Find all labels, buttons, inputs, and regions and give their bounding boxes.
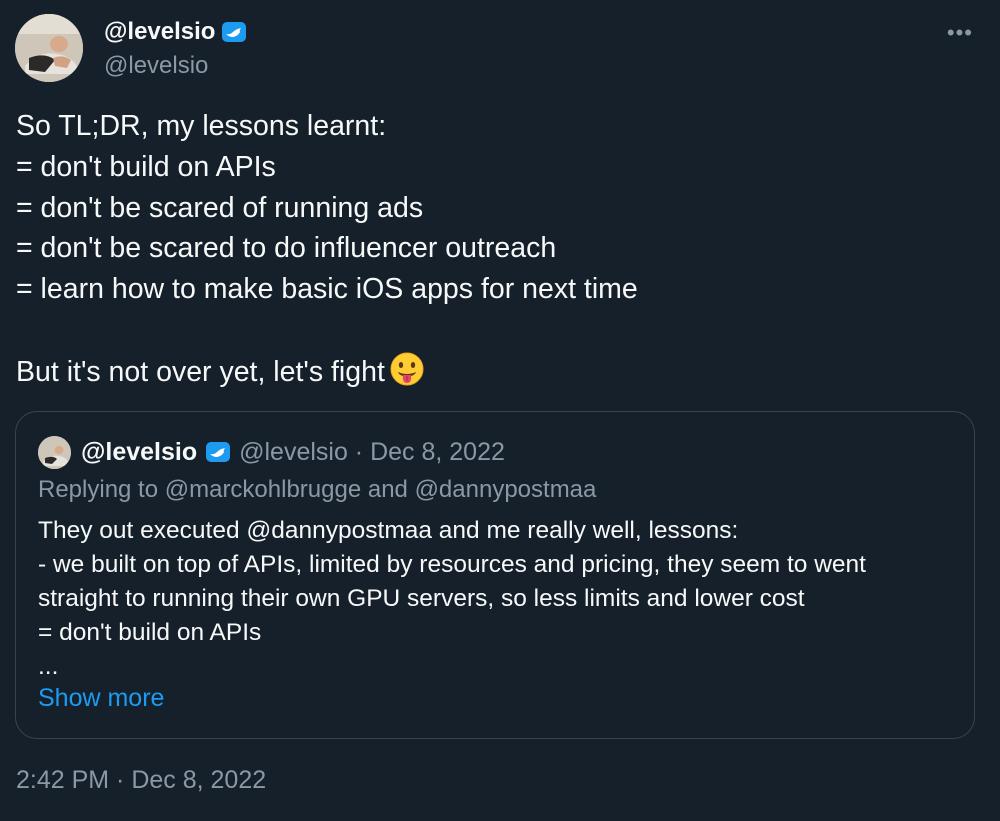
quoted-tweet-text-line: = don't build on APIs [38,619,262,646]
replying-to: Replying to @marckohlbrugge and @dannypo… [38,476,597,503]
tweet-text-blank-line [16,310,976,351]
tweet-text-line: = don't be scared to do influencer outre… [16,232,557,265]
quoted-tweet-card[interactable]: @levelsio @levelsio · Dec 8, 2022 Replyi… [15,411,975,739]
tweet-text-line: But it's not over yet, let's fight [16,355,385,388]
tweet-text-last-line: But it's not over yet, let's fight [16,351,976,392]
display-name-row: @levelsio [104,16,247,48]
author-avatar[interactable] [15,14,83,82]
quoted-tweet-text-line: - we built on top of APIs, limited by re… [38,551,866,578]
tweet-text-line: = don't be scared of running ads [16,191,424,224]
quoted-tweet-text-line: ... [38,653,59,680]
verified-badge-icon [205,439,231,465]
tweet-text-line: = don't build on APIs [16,150,276,183]
quoted-author-display-name: @levelsio [81,437,198,466]
tweet-text-line: = learn how to make basic iOS apps for n… [16,273,638,306]
quoted-tweet-text-line: straight to running their own GPU server… [38,585,805,612]
author-handle[interactable]: @levelsio [104,52,247,80]
verified-badge-icon [221,19,247,45]
quoted-tweet-header: @levelsio @levelsio · Dec 8, 2022 [38,434,505,470]
more-options-icon[interactable]: ••• [947,20,973,46]
quoted-tweet-meta: @levelsio · Dec 8, 2022 [239,437,505,466]
quoted-tweet-text-line: They out executed @dannypostmaa and me r… [38,517,739,544]
author-display-name[interactable]: @levelsio [104,18,215,46]
tweet-text: So TL;DR, my lessons learnt: = don't bui… [16,106,976,392]
quoted-tweet-text: They out executed @dannypostmaa and me r… [38,514,958,684]
author-block: @levelsio @levelsio [104,16,247,80]
tongue-out-emoji-icon [389,351,425,387]
show-more-link[interactable]: Show more [38,684,164,713]
quoted-author-avatar [38,435,71,469]
tweet-text-line: So TL;DR, my lessons learnt: [16,110,387,142]
tweet-timestamp[interactable]: 2:42 PM · Dec 8, 2022 [16,766,266,795]
tweet-header: @levelsio @levelsio ••• [15,14,985,84]
